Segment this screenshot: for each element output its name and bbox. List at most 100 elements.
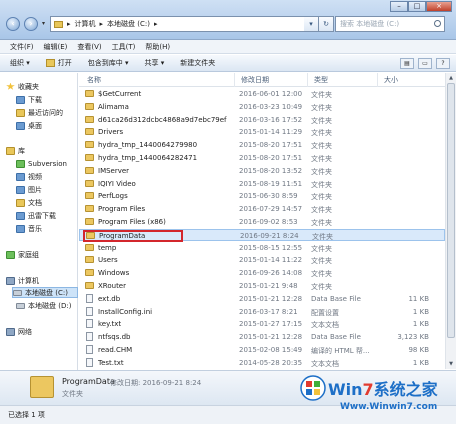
- view-options-icon[interactable]: ▤: [400, 58, 414, 69]
- folder-row[interactable]: hydra_tmp_1440064279980 2015-08-20 17:51 文…: [79, 139, 445, 151]
- nav-desktop[interactable]: 桌面: [16, 120, 42, 131]
- nav-network[interactable]: 网络: [6, 326, 32, 337]
- back-button[interactable]: ‹: [6, 17, 20, 31]
- recent-pages-dropdown-icon[interactable]: ▾: [42, 20, 45, 27]
- file-type: Data Base File: [311, 333, 361, 342]
- folder-row[interactable]: Windows 2016-09-26 14:08 文件夹: [79, 267, 445, 279]
- file-type: 文件夹: [311, 193, 332, 202]
- column-size[interactable]: 大小: [384, 75, 398, 85]
- download-icon: [16, 211, 25, 220]
- folder-row[interactable]: d61ca26d312dcbc4868a9d7ebc79ef 2016-03-16…: [79, 114, 445, 126]
- file-row[interactable]: ext.db 2015-01-21 12:28 Data Base File 11 K…: [79, 293, 445, 305]
- file-row[interactable]: InstallConfig.ini 2016-03-17 8:21 配置设置 1 KB: [79, 306, 445, 318]
- forward-button[interactable]: ›: [24, 17, 38, 31]
- search-icon[interactable]: [434, 20, 441, 27]
- open-button[interactable]: 打开: [45, 58, 72, 68]
- include-in-library-button[interactable]: 包含到库中 ▾: [88, 58, 129, 68]
- menu-view[interactable]: 查看(V): [77, 40, 101, 53]
- file-name: d61ca26d312dcbc4868a9d7ebc79ef: [98, 115, 227, 124]
- menu-help[interactable]: 帮助(H): [145, 40, 170, 53]
- folder-row[interactable]: Users 2015-01-14 11:22 文件夹: [79, 254, 445, 266]
- file-type: 文件夹: [311, 283, 332, 291]
- breadcrumb-drive-c[interactable]: 本地磁盘 (C:): [107, 19, 150, 29]
- nav-computer[interactable]: 计算机: [6, 275, 39, 286]
- nav-downloads[interactable]: 下载: [16, 94, 42, 105]
- nav-drive-d[interactable]: 本地磁盘 (D:): [16, 300, 71, 311]
- nav-recent[interactable]: 最近访问的: [16, 107, 63, 118]
- menu-edit[interactable]: 编辑(E): [44, 40, 68, 53]
- column-type[interactable]: 类型: [314, 75, 328, 85]
- watermark-brand: Win7系统之家: [328, 380, 438, 399]
- preview-pane-icon[interactable]: ▭: [418, 58, 432, 69]
- new-folder-button[interactable]: 新建文件夹: [180, 58, 215, 68]
- file-type: 文件夹: [311, 206, 332, 215]
- file-name: key.txt: [98, 320, 122, 329]
- menu-tools[interactable]: 工具(T): [112, 40, 136, 53]
- nav-library[interactable]: 库: [6, 145, 25, 156]
- share-button[interactable]: 共享 ▾: [145, 58, 165, 68]
- nav-videos[interactable]: 视频: [16, 171, 42, 182]
- folder-row[interactable]: Alimama 2016-03-23 10:49 文件夹: [79, 101, 445, 113]
- scroll-up-icon[interactable]: ▲: [447, 74, 455, 82]
- windows-logo-icon: [300, 375, 326, 401]
- file-name: IMServer: [98, 166, 130, 175]
- scroll-thumb[interactable]: [447, 83, 455, 338]
- nav-homegroup[interactable]: 家庭组: [6, 249, 39, 260]
- search-input[interactable]: 搜索 本地磁盘 (C:): [335, 16, 445, 32]
- folder-row[interactable]: Program Files (x86) 2016-09-02 8:53 文件夹: [79, 216, 445, 228]
- file-date: 2016-03-23 10:49: [239, 102, 303, 111]
- folder-icon: [85, 128, 94, 136]
- file-date: 2015-01-27 17:15: [239, 320, 303, 329]
- file-date: 2015-01-14 11:29: [239, 128, 303, 137]
- nav-drive-c[interactable]: 本地磁盘 (C:): [12, 287, 78, 298]
- scroll-down-icon[interactable]: ▼: [447, 360, 455, 368]
- nav-music[interactable]: 音乐: [16, 223, 42, 234]
- nav-subversion[interactable]: Subversion: [16, 158, 67, 169]
- help-icon[interactable]: ?: [436, 58, 450, 69]
- address-bar[interactable]: ▸ 计算机 ▸ 本地磁盘 (C:) ▸: [50, 16, 305, 32]
- file-type: 文件夹: [311, 155, 332, 163]
- folder-row[interactable]: XRouter 2015-01-21 9:48 文件夹: [79, 280, 445, 292]
- folder-icon: [85, 205, 94, 213]
- vertical-scrollbar[interactable]: ▲ ▼: [445, 73, 456, 369]
- minimize-button[interactable]: –: [390, 1, 408, 12]
- file-icon: [86, 332, 93, 342]
- file-row[interactable]: Test.txt 2014-05-28 20:35 文本文档 1 KB: [79, 357, 445, 369]
- close-button[interactable]: ×: [426, 1, 452, 12]
- folder-row[interactable]: temp 2015-08-15 12:55 文件夹: [79, 242, 445, 254]
- watermark-url: Www.Winwin7.com: [340, 402, 438, 412]
- file-date: 2015-01-21 12:28: [239, 294, 303, 303]
- folder-row[interactable]: ProgramData 2016-09-21 8:24 文件夹: [79, 228, 445, 242]
- command-bar: 组织 ▾ 打开 包含到库中 ▾ 共享 ▾ 新建文件夹 ▤ ▭ ?: [0, 55, 456, 72]
- folder-row[interactable]: $GetCurrent 2016-06-01 12:00 文件夹: [79, 88, 445, 100]
- folder-icon: [54, 20, 63, 28]
- nav-favorites[interactable]: 收藏夹: [6, 81, 39, 92]
- menu-file[interactable]: 文件(F): [10, 40, 34, 53]
- nav-documents[interactable]: 文档: [16, 197, 42, 208]
- maximize-button[interactable]: □: [408, 1, 426, 12]
- address-dropdown-icon[interactable]: ▾: [304, 16, 319, 32]
- organize-button[interactable]: 组织 ▾: [10, 58, 30, 68]
- file-type: 文件夹: [311, 219, 332, 227]
- column-header: 名称 修改日期 类型 大小: [79, 73, 445, 87]
- folder-icon: [85, 269, 94, 277]
- folder-row[interactable]: Drivers 2015-01-14 11:29 文件夹: [79, 126, 445, 138]
- file-date: 2015-08-15 12:55: [239, 243, 303, 252]
- folder-row[interactable]: IQIYI Video 2015-08-19 11:51 文件夹: [79, 178, 445, 190]
- file-row[interactable]: ntfsqs.db 2015-01-21 12:28 Data Base File 3…: [79, 331, 445, 343]
- nav-pictures[interactable]: 图片: [16, 184, 42, 195]
- refresh-icon[interactable]: ↻: [319, 16, 334, 32]
- file-row[interactable]: key.txt 2015-01-27 17:15 文本文档 1 KB: [79, 318, 445, 330]
- file-type: 文件夹: [311, 91, 332, 99]
- file-row[interactable]: read.CHM 2015-02-08 15:49 编译的 HTML 帮... 98 …: [79, 344, 445, 356]
- folder-row[interactable]: IMServer 2015-08-20 13:52 文件夹: [79, 165, 445, 177]
- column-date[interactable]: 修改日期: [241, 75, 269, 85]
- column-name[interactable]: 名称: [87, 75, 101, 85]
- folder-row[interactable]: hydra_tmp_1440064282471 2015-08-20 17:51 文…: [79, 152, 445, 164]
- folder-row[interactable]: Program Files 2016-07-29 14:57 文件夹: [79, 203, 445, 215]
- nav-xunlei[interactable]: 迅雷下载: [16, 210, 56, 221]
- folder-row[interactable]: PerfLogs 2015-06-30 8:59 文件夹: [79, 190, 445, 202]
- folder-icon: [85, 102, 94, 110]
- breadcrumb-computer[interactable]: 计算机: [75, 19, 96, 29]
- star-icon: [6, 82, 15, 90]
